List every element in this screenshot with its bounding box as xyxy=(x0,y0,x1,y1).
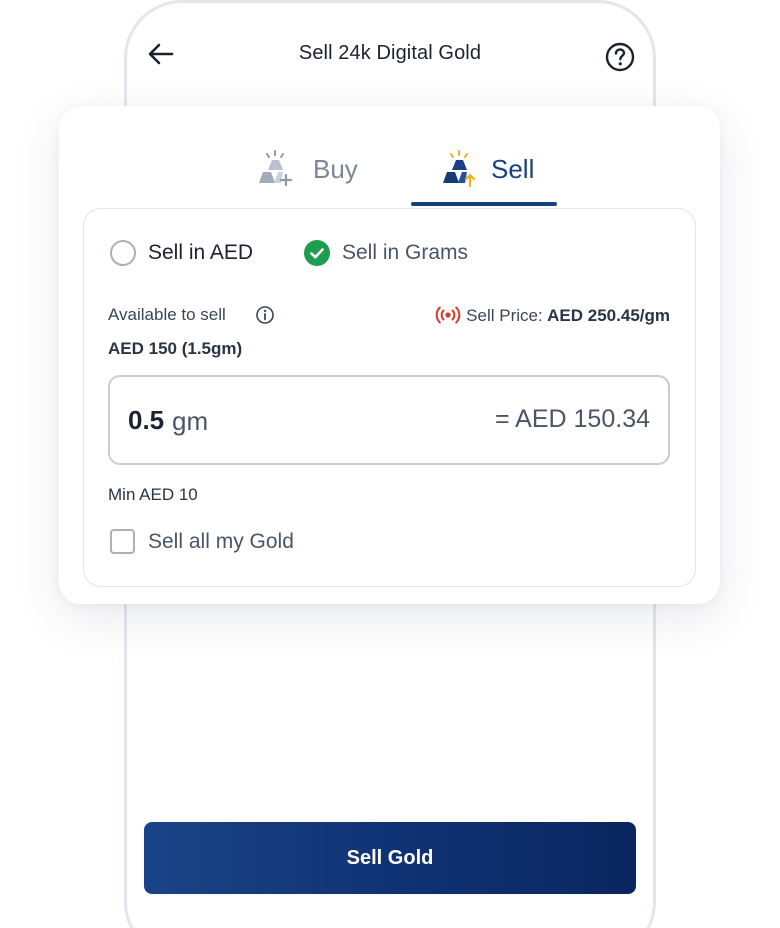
tab-sell-label: Sell xyxy=(491,154,535,184)
active-tab-indicator xyxy=(411,202,557,206)
gold-bars-arrow-up-icon xyxy=(443,150,476,188)
tab-buy-label: Buy xyxy=(313,154,358,184)
help-button[interactable] xyxy=(604,41,636,73)
sell-all-label: Sell all my Gold xyxy=(148,530,294,553)
sell-all-checkbox[interactable]: Sell all my Gold xyxy=(110,527,330,557)
min-amount-label: Min AED 10 xyxy=(108,485,198,504)
page-title: Sell 24k Digital Gold xyxy=(298,42,482,64)
gold-bars-plus-icon xyxy=(259,150,293,187)
radio-sell-in-grams-label: Sell in Grams xyxy=(342,241,469,264)
sell-price: Sell Price: AED 250.45/gm xyxy=(394,305,670,329)
radio-unchecked-icon xyxy=(110,240,136,266)
available-value: AED 150 (1.5gm) xyxy=(108,339,243,358)
back-button[interactable] xyxy=(146,38,176,70)
radio-sell-in-aed-label: Sell in AED xyxy=(148,241,254,264)
sell-price-label: Sell Price: xyxy=(466,306,543,325)
tab-buy[interactable]: Buy xyxy=(249,146,389,208)
question-circle-icon xyxy=(605,42,635,72)
sell-form: Sell in AED Sell in Grams Available to s… xyxy=(83,208,696,587)
checkbox-unchecked-icon xyxy=(110,529,135,554)
sell-price-value: AED 250.45/gm xyxy=(547,306,670,325)
radio-sell-in-grams[interactable]: Sell in Grams xyxy=(304,237,504,269)
check-circle-icon xyxy=(304,240,330,266)
info-icon[interactable] xyxy=(255,305,275,325)
amount-equivalent: = AED 150.34 xyxy=(495,405,650,433)
tab-sell[interactable]: Sell xyxy=(411,146,557,208)
radio-sell-in-aed[interactable]: Sell in AED xyxy=(110,237,280,269)
amount-input[interactable]: 0.5 gm = AED 150.34 xyxy=(108,375,670,465)
amount-value: 0.5 xyxy=(128,405,165,435)
live-broadcast-icon xyxy=(435,306,461,324)
sell-card: Buy Sell Sell in AED Sell in Grams Avail… xyxy=(59,106,720,604)
arrow-left-icon xyxy=(148,43,174,65)
available-label: Available to sell xyxy=(108,305,226,324)
sell-gold-button[interactable]: Sell Gold xyxy=(144,822,636,894)
amount-unit: gm xyxy=(172,406,209,436)
